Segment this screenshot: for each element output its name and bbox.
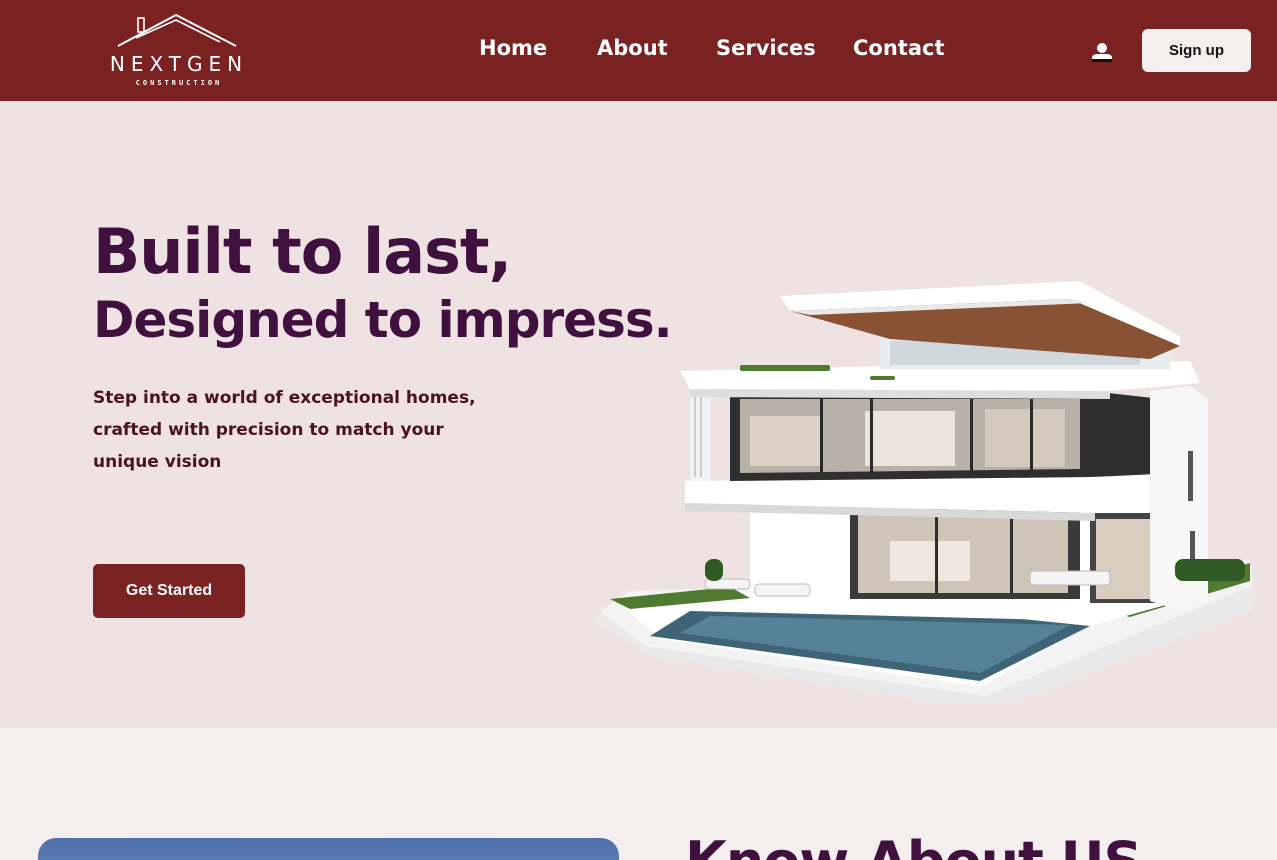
hero-title-line2: Designed to impress. — [93, 291, 673, 349]
hero-section: Built to last, Designed to impress. Step… — [0, 101, 1277, 728]
signup-button[interactable]: Sign up — [1142, 29, 1251, 72]
hero-title-line1: Built to last, — [93, 215, 512, 288]
nav-contact[interactable]: Contact — [853, 36, 945, 60]
brand-name: NEXTGEN — [109, 52, 249, 76]
nav-about[interactable]: About — [597, 36, 668, 60]
about-section: Know About US — [0, 728, 1277, 860]
get-started-button[interactable]: Get Started — [93, 564, 245, 618]
site-header: NEXTGEN CONSTRUCTION Home About Services… — [0, 0, 1277, 101]
nav-home[interactable]: Home — [479, 36, 547, 60]
page: NEXTGEN CONSTRUCTION Home About Services… — [0, 0, 1277, 860]
brand-tagline: CONSTRUCTION — [135, 79, 223, 87]
user-icon[interactable] — [1090, 42, 1114, 64]
brand-logo[interactable]: NEXTGEN CONSTRUCTION — [100, 12, 258, 92]
hero-subtitle: Step into a world of exceptional homes, … — [93, 388, 476, 472]
roof-logo-icon — [117, 13, 237, 47]
about-building-image — [38, 838, 619, 860]
nav-services[interactable]: Services — [716, 36, 816, 60]
about-heading: Know About US — [685, 830, 1142, 860]
modern-house-image — [590, 241, 1260, 711]
